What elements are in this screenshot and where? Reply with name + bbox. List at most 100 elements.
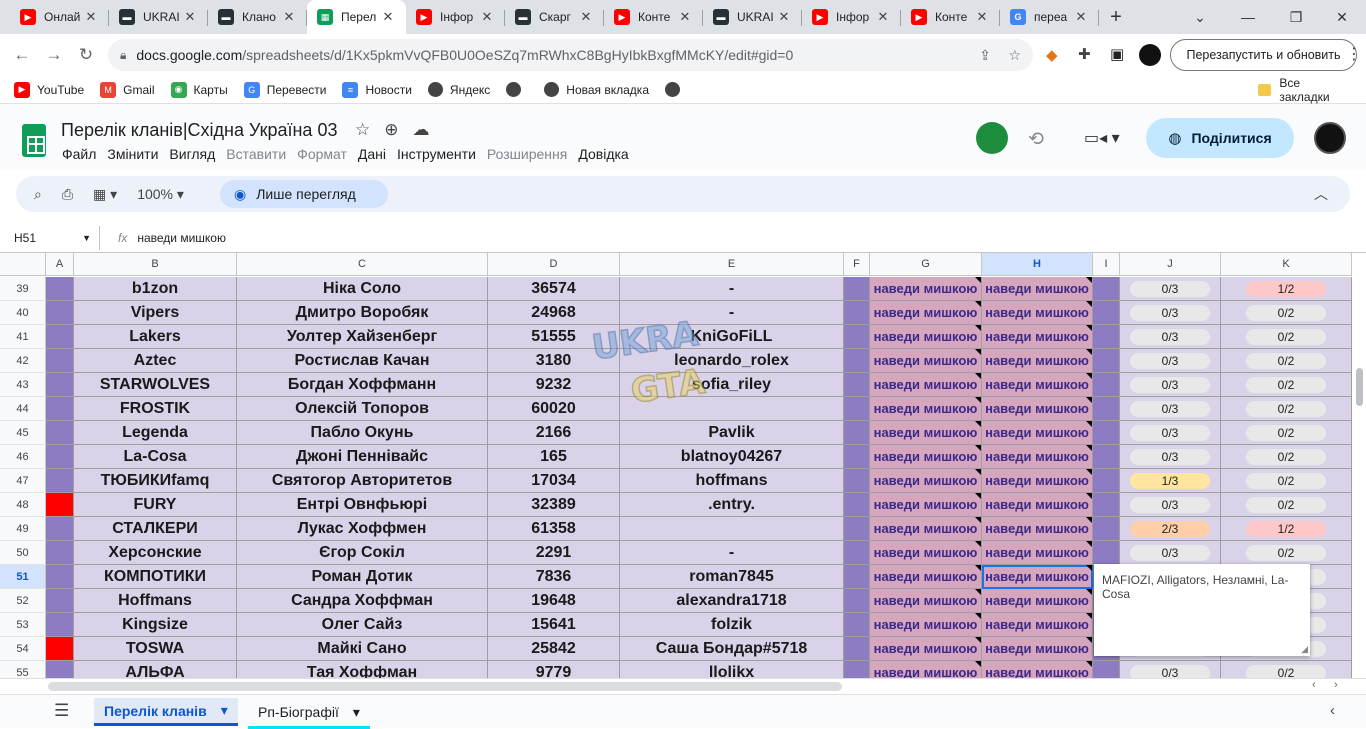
cell-c[interactable]: Майкі Сано xyxy=(237,637,488,661)
bookmark-star-icon[interactable]: ☆ xyxy=(1008,47,1021,64)
hover-note-cell[interactable]: наведи мишкою xyxy=(982,373,1093,397)
tab-close-icon[interactable]: ✕ xyxy=(875,9,891,25)
cell-b[interactable]: КОМПОТИКИ xyxy=(74,565,237,589)
cell-c[interactable]: Олексій Топоров xyxy=(237,397,488,421)
counter-cell[interactable]: 0/2 xyxy=(1221,373,1352,397)
tab-close-icon[interactable]: ✕ xyxy=(578,9,594,25)
menu-item[interactable]: Інструменти xyxy=(397,146,476,162)
cell-c[interactable]: Сандра Хоффман xyxy=(237,589,488,613)
minimize-button[interactable]: — xyxy=(1224,0,1272,34)
hover-note-cell[interactable]: наведи мишкою xyxy=(982,445,1093,469)
counter-cell[interactable]: 0/2 xyxy=(1221,445,1352,469)
column-header-e[interactable]: E xyxy=(620,253,844,276)
cell-d[interactable]: 15641 xyxy=(488,613,620,637)
spacer-cell[interactable] xyxy=(844,349,870,373)
cell-b[interactable]: Херсонские xyxy=(74,541,237,565)
browser-tab[interactable]: Gпереа ✕ xyxy=(1000,0,1099,34)
sheet-tab-dropdown-icon[interactable]: ▾ xyxy=(353,704,360,721)
cell-d[interactable]: 9779 xyxy=(488,661,620,678)
hover-note-cell[interactable]: наведи мишкою xyxy=(982,565,1093,589)
hover-note-cell[interactable]: наведи мишкою xyxy=(982,397,1093,421)
status-marker-cell[interactable] xyxy=(46,565,74,589)
counter-cell[interactable]: 0/3 xyxy=(1120,421,1221,445)
browser-tab[interactable]: ▬ UKRAI ✕ xyxy=(703,0,802,34)
tab-close-icon[interactable]: ✕ xyxy=(83,9,99,25)
hover-note-cell[interactable]: наведи мишкою xyxy=(870,565,982,589)
spacer-cell[interactable] xyxy=(1093,517,1120,541)
cell-c[interactable]: Лукас Хоффмен xyxy=(237,517,488,541)
hover-note-cell[interactable]: наведи мишкою xyxy=(982,301,1093,325)
maximize-button[interactable]: ❐ xyxy=(1272,0,1320,34)
cell-b[interactable]: Kingsize xyxy=(74,613,237,637)
row-header[interactable]: 48 xyxy=(0,493,46,517)
counter-cell[interactable]: 0/3 xyxy=(1120,541,1221,565)
zoom-select[interactable]: 100% ▾ xyxy=(137,186,184,203)
browser-tab[interactable]: ▶ Онлай ✕ xyxy=(10,0,109,34)
hover-note-cell[interactable]: наведи мишкою xyxy=(982,613,1093,637)
horizontal-scrollbar[interactable]: ‹ › xyxy=(0,678,1366,694)
sheet-tab[interactable]: Рп-Біографії ▾ xyxy=(248,698,370,729)
status-marker-cell[interactable] xyxy=(46,541,74,565)
row-header[interactable]: 49 xyxy=(0,517,46,541)
browser-tab[interactable]: ▬ UKRAI ✕ xyxy=(109,0,208,34)
counter-cell[interactable]: 0/3 xyxy=(1120,373,1221,397)
counter-cell[interactable]: 0/3 xyxy=(1120,397,1221,421)
cell-b[interactable]: СТАЛКЕРИ xyxy=(74,517,237,541)
cell-c[interactable]: Ростислав Качан xyxy=(237,349,488,373)
cell-e[interactable]: - xyxy=(620,541,844,565)
bookmark-item[interactable]: ▶ YouTube xyxy=(14,81,84,98)
cell-c[interactable]: Джоні Пеннівайс xyxy=(237,445,488,469)
status-marker-cell[interactable] xyxy=(46,325,74,349)
status-marker-cell[interactable] xyxy=(46,397,74,421)
view-only-button[interactable]: ◉ Лише перегляд xyxy=(220,180,388,208)
bookmark-item[interactable]: M Gmail xyxy=(100,81,155,98)
cell-d[interactable]: 2291 xyxy=(488,541,620,565)
browser-tab[interactable]: ▶ Інфор ✕ xyxy=(406,0,505,34)
row-header[interactable]: 50 xyxy=(0,541,46,565)
counter-cell[interactable]: 0/2 xyxy=(1221,349,1352,373)
relaunch-update-button[interactable]: Перезапустить и обновить xyxy=(1170,39,1357,71)
move-icon[interactable]: ⊕ xyxy=(384,120,412,139)
spacer-cell[interactable] xyxy=(844,637,870,661)
formula-input[interactable]: наведи мишкою xyxy=(137,231,226,245)
cell-e[interactable]: llolikx xyxy=(620,661,844,678)
reload-button[interactable]: ↻ xyxy=(70,39,102,71)
cell-e[interactable]: hoffmans xyxy=(620,469,844,493)
cell-b[interactable]: Vipers xyxy=(74,301,237,325)
spacer-cell[interactable] xyxy=(1093,349,1120,373)
spacer-cell[interactable] xyxy=(1093,277,1120,301)
search-icon[interactable]: ⌕ xyxy=(34,186,42,203)
counter-cell[interactable]: 0/3 xyxy=(1120,301,1221,325)
bookmark-item[interactable]: Яндекс xyxy=(427,82,490,97)
menu-item[interactable]: Вигляд xyxy=(169,146,215,162)
cell-d[interactable]: 25842 xyxy=(488,637,620,661)
menu-item[interactable]: Дані xyxy=(358,146,386,162)
cell-d[interactable]: 32389 xyxy=(488,493,620,517)
hover-note-cell[interactable]: наведи мишкою xyxy=(982,493,1093,517)
counter-cell[interactable]: 0/3 xyxy=(1120,325,1221,349)
cell-c[interactable]: Уолтер Хайзенберг xyxy=(237,325,488,349)
spacer-cell[interactable] xyxy=(844,541,870,565)
row-header[interactable]: 52 xyxy=(0,589,46,613)
cell-b[interactable]: АЛЬФА xyxy=(74,661,237,678)
scroll-left-icon[interactable]: ‹ xyxy=(1312,679,1316,691)
cell-b[interactable]: Legenda xyxy=(74,421,237,445)
cell-b[interactable]: ТЮБИКИfamq xyxy=(74,469,237,493)
spacer-cell[interactable] xyxy=(1093,373,1120,397)
counter-cell[interactable]: 2/3 xyxy=(1120,517,1221,541)
row-header[interactable]: 44 xyxy=(0,397,46,421)
cell-b[interactable]: Lakers xyxy=(74,325,237,349)
status-marker-cell[interactable] xyxy=(46,421,74,445)
counter-cell[interactable]: 0/2 xyxy=(1221,301,1352,325)
row-header[interactable]: 55 xyxy=(0,661,46,678)
hover-note-cell[interactable]: наведи мишкою xyxy=(982,349,1093,373)
browser-tab[interactable]: ▬ Клано ✕ xyxy=(208,0,307,34)
version-history-icon[interactable]: ⟲ xyxy=(1028,128,1044,151)
tab-search-chevron-icon[interactable]: ⌄ xyxy=(1176,0,1224,34)
spacer-cell[interactable] xyxy=(844,517,870,541)
cell-c[interactable]: Тая Хоффман xyxy=(237,661,488,678)
paint-format-icon[interactable]: ▦ ▾ xyxy=(93,186,117,203)
hover-note-cell[interactable]: наведи мишкою xyxy=(982,421,1093,445)
spacer-cell[interactable] xyxy=(1093,469,1120,493)
cloud-status-icon[interactable]: ☁ xyxy=(413,120,444,139)
